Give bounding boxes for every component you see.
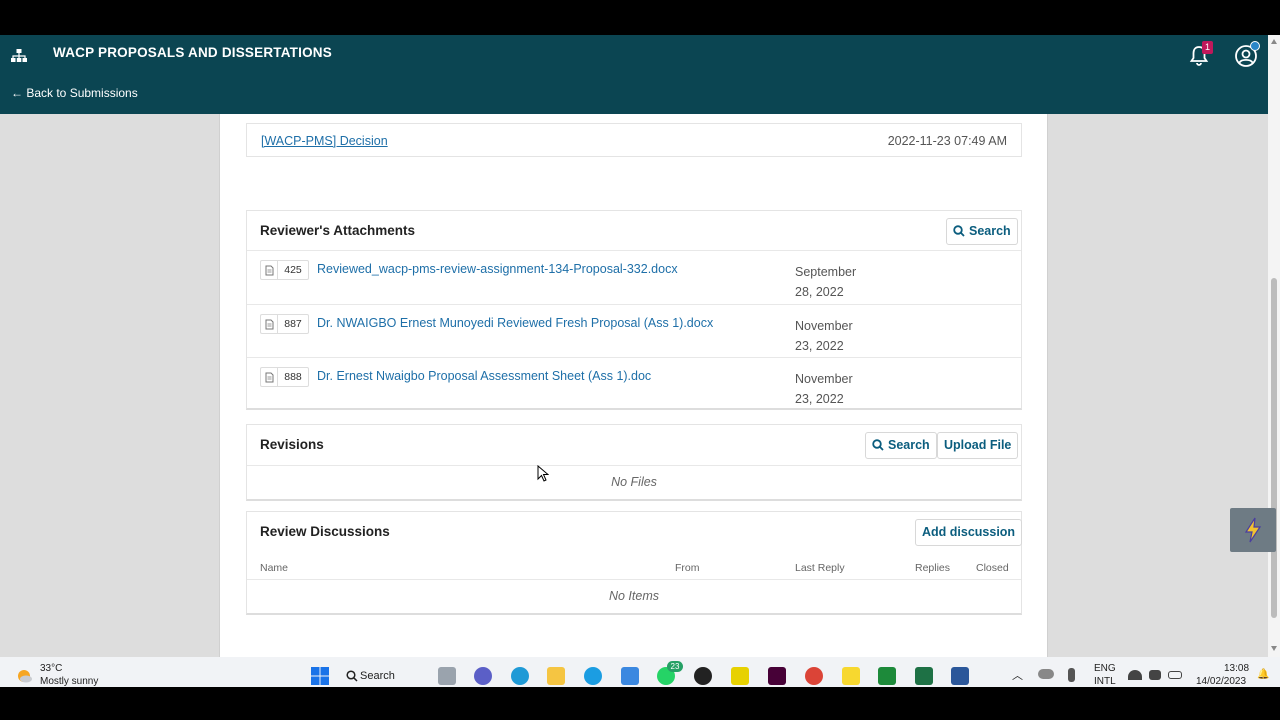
file-id: 888 [277,367,309,387]
excel-icon[interactable] [915,667,933,685]
volume-icon[interactable] [1149,670,1161,680]
app-icon[interactable] [694,667,712,685]
reviewer-attachments-title: Reviewer's Attachments [260,223,416,238]
attachments-search-label: Search [969,224,1011,238]
decision-row: [WACP-PMS] Decision 2022-11-23 07:49 AM [246,123,1022,157]
task-view-icon[interactable] [438,667,456,685]
weather-temperature[interactable]: 33°C [40,663,62,674]
weather-description[interactable]: Mostly sunny [40,676,98,687]
divider [247,579,1021,580]
column-header-last-reply: Last Reply [795,562,845,574]
store-icon[interactable] [621,667,639,685]
search-icon [346,670,358,682]
column-header-from: From [675,562,700,574]
search-icon [872,439,884,451]
page-content: [WACP-PMS] Decision 2022-11-23 07:49 AM … [0,114,1268,657]
file-date-line1: September [795,265,857,279]
windows-taskbar: 33°C Mostly sunny Search 23 ︿ ENG INTL 1… [0,657,1280,687]
revisions-search-label: Search [888,438,930,452]
scrollbar-thumb[interactable] [1271,278,1277,618]
file-explorer-icon[interactable] [547,667,565,685]
file-icon [260,260,278,280]
file-link[interactable]: Reviewed_wacp-pms-review-assignment-134-… [317,262,678,276]
reviewer-attachments-grid: Reviewer's Attachments Search 425 Review… [246,210,1022,410]
file-icon [260,367,278,387]
clock-time[interactable]: 13:08 [1224,663,1249,674]
clock-date[interactable]: 14/02/2023 [1196,676,1246,687]
revisions-empty-text: No Files [611,475,657,489]
weather-sun-icon[interactable] [15,666,33,684]
file-link[interactable]: Dr. NWAIGBO Ernest Munoyedi Reviewed Fre… [317,316,713,330]
back-to-submissions-link[interactable]: ← Back to Submissions [11,86,138,100]
file-date-line1: November [795,372,853,386]
review-discussions-title: Review Discussions [260,524,390,539]
file-date: September 28, 2022 [795,262,875,302]
file-date-line2: 23, 2022 [795,392,844,406]
sitemap-icon[interactable] [10,47,28,65]
microphone-icon[interactable] [1068,668,1075,682]
decision-email-link[interactable]: [WACP-PMS] Decision [261,134,388,148]
revisions-title: Revisions [260,437,324,452]
attachment-row: 888 Dr. Ernest Nwaigbo Proposal Assessme… [247,357,1021,411]
divider [247,465,1021,466]
file-date: November 23, 2022 [795,369,875,409]
discussions-empty-text: No Items [608,589,659,603]
add-discussion-button[interactable]: Add discussion [915,519,1023,546]
upload-file-button[interactable]: Upload File [937,432,1019,459]
mouse-cursor-icon [537,465,549,482]
file-date-line1: November [795,319,853,333]
page-scrollbar[interactable] [1268,35,1280,657]
edge-icon[interactable] [584,667,602,685]
file-icon [260,314,278,334]
revisions-grid: Revisions Search Upload File No Files [246,424,1022,501]
onedrive-icon[interactable] [1038,669,1054,679]
windows-start-icon[interactable] [310,666,330,686]
sticky-notes-icon[interactable] [842,667,860,685]
notification-badge: 1 [1202,41,1213,54]
column-header-name: Name [260,562,289,574]
attachment-row: 887 Dr. NWAIGBO Ernest Munoyedi Reviewed… [247,304,1021,358]
taskbar-search[interactable]: Search [344,665,424,687]
whatsapp-badge: 23 [667,661,683,672]
file-date-line2: 28, 2022 [795,285,844,299]
file-date-line2: 23, 2022 [795,339,844,353]
extension-widget-button[interactable] [1230,508,1276,552]
lightning-icon [1244,517,1262,543]
taskbar-search-label: Search [360,670,395,682]
attachments-search-button[interactable]: Search [946,218,1018,245]
file-date: November 23, 2022 [795,316,875,356]
revisions-search-button[interactable]: Search [865,432,937,459]
notification-center-icon[interactable]: 🔔 [1257,669,1269,680]
wifi-icon[interactable] [1128,670,1142,680]
workflow-panel: [WACP-PMS] Decision 2022-11-23 07:49 AM … [219,114,1048,657]
browser-viewport: WACP PROPOSALS AND DISSERTATIONS ← Back … [0,35,1280,657]
review-discussions-grid: Review Discussions Add discussion Name F… [246,511,1023,615]
scroll-up-icon[interactable] [1271,39,1277,44]
chrome-icon[interactable] [805,667,823,685]
chat-icon[interactable] [474,667,492,685]
app-header: WACP PROPOSALS AND DISSERTATIONS ← Back … [0,35,1268,114]
dreamweaver-icon[interactable] [768,667,786,685]
file-id: 425 [277,260,309,280]
column-header-closed: Closed [976,562,1009,574]
chevron-up-icon[interactable]: ︿ [1012,667,1023,683]
site-title[interactable]: WACP PROPOSALS AND DISSERTATIONS [53,45,332,60]
user-status-badge [1250,41,1260,51]
dreamweaver-alt-icon[interactable] [878,667,896,685]
scroll-down-icon[interactable] [1271,646,1277,651]
battery-icon[interactable] [1168,671,1182,679]
column-header-replies: Replies [915,562,951,574]
word-icon[interactable] [951,667,969,685]
screen: WACP PROPOSALS AND DISSERTATIONS ← Back … [0,0,1280,720]
app-icon[interactable] [511,667,529,685]
decision-date: 2022-11-23 07:49 AM [887,134,1007,148]
file-id: 887 [277,314,309,334]
file-link[interactable]: Dr. Ernest Nwaigbo Proposal Assessment S… [317,369,651,383]
search-icon [953,225,965,237]
language-line1[interactable]: ENG [1094,663,1116,674]
fireworks-icon[interactable] [731,667,749,685]
attachment-row: 425 Reviewed_wacp-pms-review-assignment-… [247,250,1021,304]
language-line2[interactable]: INTL [1094,676,1116,687]
